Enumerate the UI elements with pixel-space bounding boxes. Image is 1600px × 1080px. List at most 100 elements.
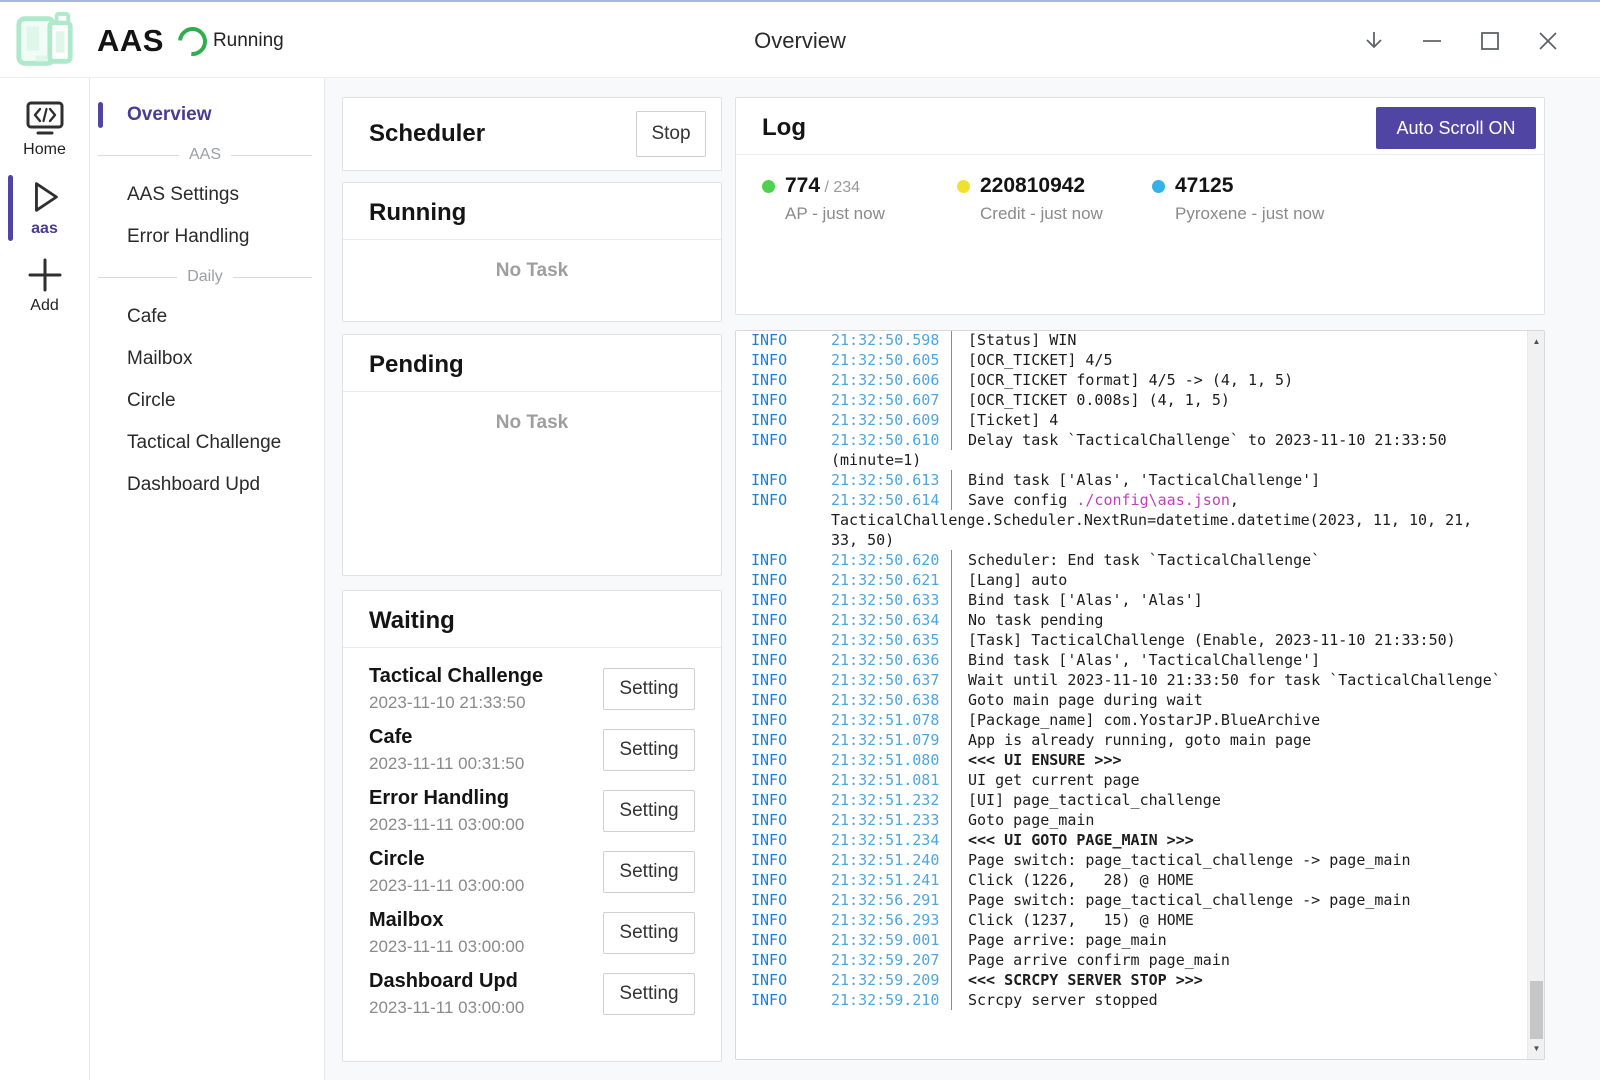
sidebar-item-label: Overview [127,104,212,126]
log-timestamp: 21:32:56.291 [831,890,951,910]
log-message: [Lang] auto [951,570,1067,590]
waiting-task-row: Tactical Challenge 2023-11-10 21:33:50 S… [369,658,695,719]
log-message: Scheduler: End task `TacticalChallenge` [951,550,1320,570]
maximize-icon[interactable] [1478,29,1502,53]
log-timestamp: 21:32:50.635 [831,630,951,650]
page-title: Overview [754,2,846,80]
log-line: INFO21:32:51.079App is already running, … [751,730,1527,750]
running-empty-text: No Task [343,260,721,282]
sidebar-item-label: Tactical Challenge [127,432,281,454]
task-next-run: 2023-11-11 03:00:00 [369,996,603,1020]
log-stats: 774 / 234 AP - just now 220810942 Credit… [736,155,1544,224]
log-line: INFO21:32:59.210Scrcpy server stopped [751,990,1527,1010]
log-message: Click (1237, 15) @ HOME [951,910,1194,930]
log-level: INFO [751,890,831,910]
scrollbar-down-icon[interactable]: ▼ [1528,1040,1545,1057]
log-timestamp: 21:32:50.607 [831,390,951,410]
sidebar-item-tactical-challenge[interactable]: Tactical Challenge [90,422,324,464]
log-line: INFO21:32:50.613Bind task ['Alas', 'Tact… [751,470,1527,490]
sidebar-item-aas-settings[interactable]: AAS Settings [90,174,324,216]
setting-button-tactical-challenge[interactable]: Setting [603,668,695,710]
rail-item-label: Home [23,141,66,159]
log-level: INFO [751,470,831,490]
minimize-icon[interactable] [1420,29,1444,53]
log-level: INFO [751,710,831,730]
log-line: INFO21:32:50.633Bind task ['Alas', 'Alas… [751,590,1527,610]
log-timestamp: 21:32:59.207 [831,950,951,970]
section-label: AAS [189,146,221,164]
log-timestamp: 21:32:59.001 [831,930,951,950]
stat-label: Credit - just now [980,204,1103,224]
setting-button-dashboard-upd[interactable]: Setting [603,973,695,1015]
stat-dot-icon [762,180,775,193]
sidebar-item-label: Mailbox [127,348,192,370]
log-message: Bind task ['Alas', 'Alas'] [951,590,1203,610]
sidebar-item-label: Circle [127,390,176,412]
log-line: INFO21:32:50.637Wait until 2023-11-10 21… [751,670,1527,690]
log-line: INFO21:32:51.081UI get current page [751,770,1527,790]
log-timestamp: 21:32:50.621 [831,570,951,590]
setting-button-error-handling[interactable]: Setting [603,790,695,832]
log-timestamp: 21:32:59.210 [831,990,951,1010]
log-message: (minute=1) [831,450,921,470]
divider-line [233,277,312,278]
sidebar-item-cafe[interactable]: Cafe [90,296,324,338]
log-level: INFO [751,410,831,430]
setting-button-cafe[interactable]: Setting [603,729,695,771]
log-message: Delay task `TacticalChallenge` to 2023-1… [951,430,1447,450]
rail-item-add[interactable]: Add [0,251,89,321]
scrollbar-thumb[interactable] [1530,981,1543,1039]
task-name: Mailbox [369,906,603,935]
stat-value: 220810942 [980,174,1085,197]
log-timestamp: 21:32:51.079 [831,730,951,750]
log-scrollbar[interactable]: ▲ ▼ [1527,331,1544,1059]
log-message: Scrcpy server stopped [951,990,1158,1010]
close-icon[interactable] [1536,29,1560,53]
divider-line [231,155,312,156]
sidebar: Overview AAS AAS Settings Error Handling… [90,78,325,1080]
sidebar-item-mailbox[interactable]: Mailbox [90,338,324,380]
auto-scroll-toggle[interactable]: Auto Scroll ON [1376,107,1536,149]
rail-item-aas[interactable]: aas [0,173,89,243]
scheduler-stop-button[interactable]: Stop [636,111,706,157]
log-message: Save config ./config\aas.json, [951,490,1239,510]
scrollbar-up-icon[interactable]: ▲ [1528,333,1545,350]
log-stat: 220810942 Credit - just now [957,173,1152,224]
log-level: INFO [751,830,831,850]
log-message: [OCR_TICKET format] 4/5 -> (4, 1, 5) [951,370,1293,390]
log-message: <<< UI GOTO PAGE_MAIN >>> [951,830,1194,850]
log-line: INFO21:32:59.001Page arrive: page_main [751,930,1527,950]
sidebar-item-error-handling[interactable]: Error Handling [90,216,324,258]
sidebar-item-label: Cafe [127,306,167,328]
log-line: INFO21:32:59.209<<< SCRCPY SERVER STOP >… [751,970,1527,990]
rail-item-home[interactable]: Home [0,95,89,165]
sidebar-item-dashboard-upd[interactable]: Dashboard Upd [90,464,324,506]
divider [343,239,721,240]
log-message: [UI] page_tactical_challenge [951,790,1221,810]
log-message: 33, 50) [831,530,894,550]
task-info: Mailbox 2023-11-11 03:00:00 [369,906,603,959]
section-label: Daily [187,268,223,286]
log-message: Bind task ['Alas', 'TacticalChallenge'] [951,650,1320,670]
log-message: [Status] WIN [951,331,1076,350]
setting-button-circle[interactable]: Setting [603,851,695,893]
sidebar-item-overview[interactable]: Overview [90,94,324,136]
log-level: INFO [751,490,831,510]
log-message: Wait until 2023-11-10 21:33:50 for task … [951,670,1501,690]
log-timestamp: 21:32:59.209 [831,970,951,990]
log-stat: 774 / 234 AP - just now [762,173,957,224]
setting-button-mailbox[interactable]: Setting [603,912,695,954]
log-level: INFO [751,570,831,590]
running-spinner-icon [172,21,213,62]
sidebar-item-circle[interactable]: Circle [90,380,324,422]
task-name: Cafe [369,723,603,752]
log-level: INFO [751,790,831,810]
stat-label: AP - just now [785,204,885,224]
minimize-to-tray-icon[interactable] [1362,29,1386,53]
play-icon [27,178,63,216]
log-level: INFO [751,850,831,870]
app-window: AAS Running Overview [0,0,1600,1080]
divider-line [98,155,179,156]
log-level: INFO [751,750,831,770]
log-line: INFO21:32:50.635[Task] TacticalChallenge… [751,630,1527,650]
